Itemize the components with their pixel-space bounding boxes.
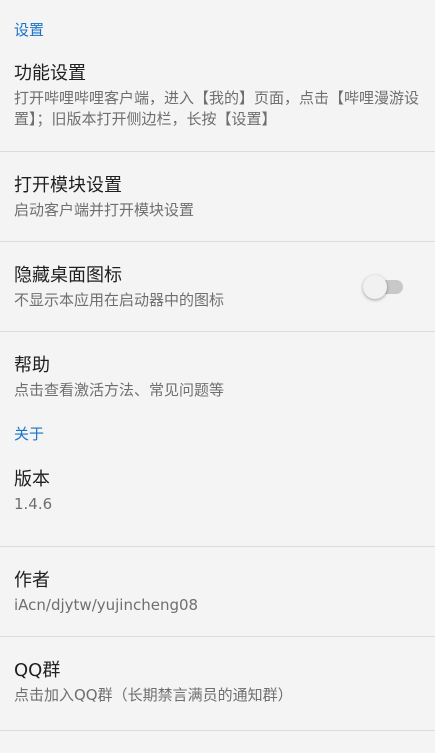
pref-help[interactable]: 帮助 点击查看激活方法、常见问题等 <box>0 332 435 410</box>
pref-author[interactable]: 作者 iAcn/djytw/yujincheng08 <box>0 547 435 637</box>
pref-title: 打开模块设置 <box>14 175 122 196</box>
pref-title: 隐藏桌面图标 <box>14 265 122 286</box>
pref-open-module-settings[interactable]: 打开模块设置 启动客户端并打开模块设置 <box>0 152 435 242</box>
pref-summary: 点击查看激活方法、常见问题等 <box>14 381 225 399</box>
pref-summary: iAcn/djytw/yujincheng08 <box>14 596 199 614</box>
pref-feature-settings[interactable]: 功能设置 打开哔哩哔哩客户端，进入【我的】页面，点击【哔哩漫游设置】；旧版本打开… <box>0 58 435 152</box>
pref-title: 作者 <box>14 570 50 591</box>
section-header-about: 关于 <box>14 424 45 443</box>
pref-summary: 1.4.6 <box>14 495 53 513</box>
pref-title: QQ群 <box>14 660 61 681</box>
pref-hide-launcher-icon[interactable]: 隐藏桌面图标 不显示本应用在启动器中的图标 <box>0 242 435 332</box>
pref-summary: 不显示本应用在启动器中的图标 <box>14 291 225 309</box>
pref-summary: 打开哔哩哔哩客户端，进入【我的】页面，点击【哔哩漫游设置】；旧版本打开侧边栏，长… <box>14 89 420 128</box>
pref-summary: 点击加入QQ群（长期禁言满员的通知群） <box>14 686 293 704</box>
pref-summary: 启动客户端并打开模块设置 <box>14 201 195 219</box>
pref-title: 版本 <box>14 469 50 490</box>
settings-list: 设置 功能设置 打开哔哩哔哩客户端，进入【我的】页面，点击【哔哩漫游设置】；旧版… <box>0 0 435 731</box>
toggle-thumb <box>363 274 387 299</box>
pref-version[interactable]: 版本 1.4.6 <box>0 456 435 547</box>
pref-title: 帮助 <box>14 355 50 376</box>
hide-icon-toggle[interactable] <box>363 274 405 300</box>
pref-title: 功能设置 <box>14 63 86 84</box>
pref-qq-group[interactable]: QQ群 点击加入QQ群（长期禁言满员的通知群） <box>0 637 435 731</box>
section-header-settings: 设置 <box>14 20 45 39</box>
